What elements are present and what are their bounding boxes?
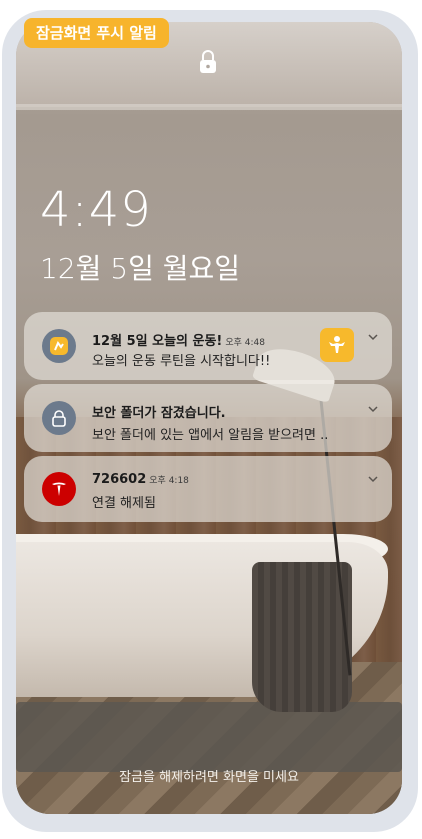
wallpaper-ceiling-edge [16, 104, 402, 110]
notification-card[interactable]: 보안 폴더가 잠겼습니다. 보안 폴더에 있는 앱에서 알림을 받으려면 .. [24, 384, 392, 452]
lock-screen[interactable]: 4:49 12월 5일 월요일 12월 5일 오늘의 운동! 오후 4:48 오늘… [16, 22, 402, 814]
clock-time: 4:49 [40, 182, 152, 238]
notification-time: 오후 4:18 [149, 476, 189, 486]
workout-icon [329, 336, 345, 353]
notification-title: 12월 5일 오늘의 운동! 오후 4:48 [92, 330, 265, 349]
lock-icon[interactable] [197, 48, 219, 76]
chevron-down-icon[interactable] [368, 474, 378, 484]
notification-thumbnail [320, 328, 354, 362]
chevron-down-icon[interactable] [368, 332, 378, 342]
unlock-hint: 잠금을 해제하려면 화면을 미세요 [119, 770, 299, 785]
notification-card[interactable]: 726602 오후 4:18 연결 해제됨 [24, 456, 392, 522]
notification-body: 보안 폴더에 있는 앱에서 알림을 받으려면 .. [92, 428, 329, 443]
section-tag: 잠금화면 푸시 알림 [24, 18, 169, 48]
notification-title: 보안 폴더가 잠겼습니다. [92, 406, 226, 421]
lock-folder-icon [42, 401, 76, 435]
wallpaper-rug [16, 702, 402, 772]
wallpaper-towel [252, 562, 352, 712]
notification-body: 오늘의 운동 루틴을 시작합니다!! [92, 354, 271, 369]
notification-body: 연결 해제됨 [92, 496, 156, 511]
notification-title-text: 12월 5일 오늘의 운동! [92, 334, 223, 349]
clock-date: 12월 5일 월요일 [40, 252, 241, 285]
notification-title: 726602 오후 4:18 [92, 472, 189, 487]
fitness-app-icon [42, 329, 76, 363]
notification-title-text: 726602 [92, 472, 147, 487]
chevron-down-icon[interactable] [368, 404, 378, 414]
notification-time: 오후 4:48 [225, 338, 266, 348]
tesla-icon [42, 472, 76, 506]
notification-card[interactable]: 12월 5일 오늘의 운동! 오후 4:48 오늘의 운동 루틴을 시작합니다!! [24, 312, 392, 380]
